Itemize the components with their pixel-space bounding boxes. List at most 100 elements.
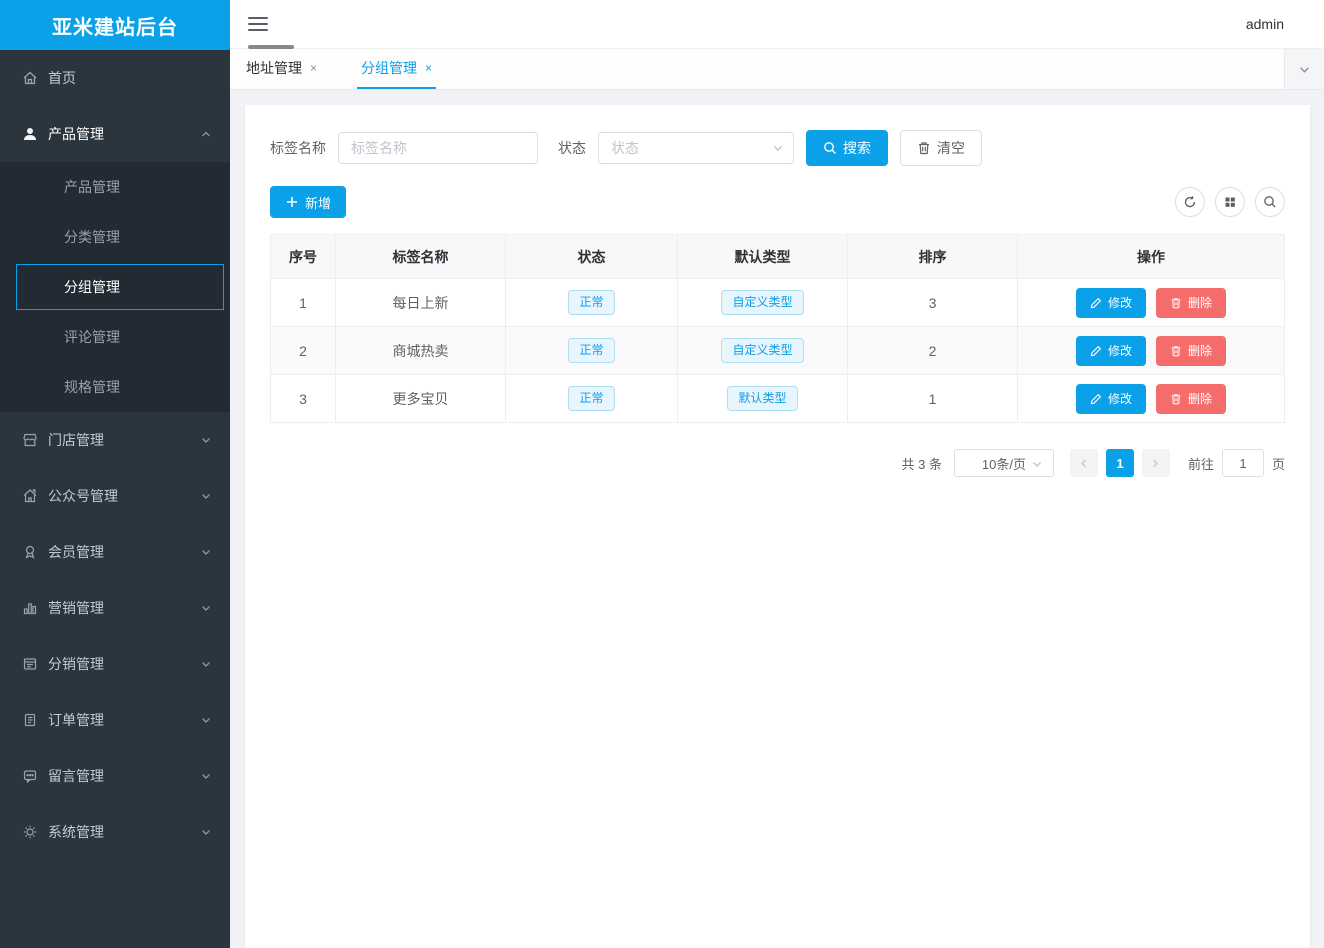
- top-header: admin: [230, 0, 1324, 48]
- edit-button[interactable]: 修改: [1076, 336, 1146, 366]
- goto-label: 前往: [1188, 454, 1214, 473]
- toolbar: 新增: [270, 186, 1285, 218]
- chevron-down-icon: [1031, 458, 1043, 470]
- sidebar-item-marketing[interactable]: 营销管理: [0, 580, 230, 636]
- table-tools: [1175, 187, 1285, 217]
- clear-button[interactable]: 清空: [900, 130, 982, 166]
- th-status: 状态: [506, 235, 678, 279]
- edit-icon: [1090, 297, 1102, 309]
- delete-button[interactable]: 删除: [1156, 384, 1226, 414]
- status-badge: 正常: [568, 386, 614, 411]
- refresh-icon: [1183, 195, 1197, 209]
- sidebar-subitem-spec-mgmt[interactable]: 规格管理: [0, 362, 230, 412]
- page-number-1[interactable]: 1: [1106, 449, 1134, 477]
- column-settings-button[interactable]: [1215, 187, 1245, 217]
- next-page-button[interactable]: [1142, 449, 1170, 477]
- hamburger-menu-icon[interactable]: [248, 17, 268, 31]
- table-row: 2 商城热卖 正常 自定义类型 2 修改: [271, 327, 1285, 375]
- delete-button-label: 删除: [1188, 390, 1212, 407]
- pagination: 共 3 条 10条/页 1 前往 页: [270, 449, 1285, 477]
- sidebar-item-label: 公众号管理: [48, 486, 200, 506]
- gear-icon: [22, 824, 38, 840]
- sidebar-item-stores[interactable]: 门店管理: [0, 412, 230, 468]
- delete-button[interactable]: 删除: [1156, 288, 1226, 318]
- sidebar-subitem-comment-mgmt[interactable]: 评论管理: [0, 312, 230, 362]
- sidebar-item-label: 门店管理: [48, 430, 200, 450]
- edit-button[interactable]: 修改: [1076, 384, 1146, 414]
- sidebar-item-home[interactable]: 首页: [0, 50, 230, 106]
- trash-icon: [917, 141, 931, 155]
- delete-button-label: 删除: [1188, 294, 1212, 311]
- prev-page-button[interactable]: [1070, 449, 1098, 477]
- subitem-label: 分类管理: [64, 227, 120, 247]
- delete-button[interactable]: 删除: [1156, 336, 1226, 366]
- th-sort: 排序: [848, 235, 1018, 279]
- sidebar-item-messages[interactable]: 留言管理: [0, 748, 230, 804]
- status-badge: 正常: [568, 290, 614, 315]
- sidebar-item-label: 留言管理: [48, 766, 200, 786]
- edit-button-label: 修改: [1108, 342, 1132, 359]
- trash-icon: [1170, 297, 1182, 309]
- tabbar-scrollbar-thumb[interactable]: [248, 45, 294, 49]
- edit-button-label: 修改: [1108, 390, 1132, 407]
- sidebar-item-official-account[interactable]: 公众号管理: [0, 468, 230, 524]
- status-select[interactable]: [598, 132, 794, 164]
- search-icon: [823, 141, 837, 155]
- status-label: 状态: [558, 138, 586, 158]
- status-badge: 正常: [568, 338, 614, 363]
- chevron-down-icon: [1298, 63, 1311, 76]
- status-select-input[interactable]: [598, 132, 794, 164]
- cell-index: 3: [271, 375, 336, 423]
- edit-button[interactable]: 修改: [1076, 288, 1146, 318]
- chevron-down-icon: [200, 658, 212, 670]
- page-size-select[interactable]: 10条/页: [954, 449, 1054, 477]
- chevron-down-icon: [200, 602, 212, 614]
- tab-bar: 地址管理 × 分组管理 ×: [230, 48, 1324, 90]
- refresh-button[interactable]: [1175, 187, 1205, 217]
- chevron-left-icon: [1078, 458, 1089, 469]
- sidebar-item-members[interactable]: 会员管理: [0, 524, 230, 580]
- chevron-down-icon: [200, 434, 212, 446]
- table-search-button[interactable]: [1255, 187, 1285, 217]
- user-menu[interactable]: admin: [1246, 16, 1284, 32]
- edit-icon: [1090, 393, 1102, 405]
- sidebar-subitem-product-mgmt[interactable]: 产品管理: [0, 162, 230, 212]
- sidebar-subitem-category-mgmt[interactable]: 分类管理: [0, 212, 230, 262]
- close-icon[interactable]: ×: [310, 62, 317, 74]
- sidebar-item-system[interactable]: 系统管理: [0, 804, 230, 860]
- sidebar-item-orders[interactable]: 订单管理: [0, 692, 230, 748]
- home-icon: [22, 70, 38, 86]
- sidebar-item-label: 系统管理: [48, 822, 200, 842]
- tab-list-dropdown-button[interactable]: [1284, 49, 1324, 89]
- sidebar-subitem-group-mgmt[interactable]: 分组管理: [16, 264, 224, 310]
- chevron-down-icon: [200, 546, 212, 558]
- page-size-value: 10条/页: [982, 454, 1026, 473]
- subitem-label: 产品管理: [64, 177, 120, 197]
- page-unit-label: 页: [1272, 454, 1285, 473]
- cell-name: 商城热卖: [336, 327, 506, 375]
- cell-sort: 2: [848, 327, 1018, 375]
- tag-name-input[interactable]: [338, 132, 538, 164]
- close-icon[interactable]: ×: [425, 62, 432, 74]
- cell-sort: 3: [848, 279, 1018, 327]
- add-button[interactable]: 新增: [270, 186, 346, 218]
- goto-page-input[interactable]: [1222, 449, 1264, 477]
- delete-button-label: 删除: [1188, 342, 1212, 359]
- sidebar-item-products[interactable]: 产品管理: [0, 106, 230, 162]
- edit-button-label: 修改: [1108, 294, 1132, 311]
- tab-group-mgmt[interactable]: 分组管理 ×: [357, 49, 436, 89]
- sidebar-item-distribution[interactable]: 分销管理: [0, 636, 230, 692]
- cell-sort: 1: [848, 375, 1018, 423]
- groups-table: 序号 标签名称 状态 默认类型 排序 操作 1 每日上新 正常: [270, 234, 1285, 423]
- tab-address-mgmt[interactable]: 地址管理 ×: [242, 49, 321, 89]
- chevron-down-icon: [200, 770, 212, 782]
- edit-icon: [1090, 345, 1102, 357]
- order-icon: [22, 712, 38, 728]
- tag-name-label: 标签名称: [270, 138, 326, 158]
- th-type: 默认类型: [678, 235, 848, 279]
- shop-icon: [22, 432, 38, 448]
- subitem-label: 分组管理: [64, 277, 120, 297]
- search-button[interactable]: 搜索: [806, 130, 888, 166]
- chevron-down-icon: [200, 826, 212, 838]
- search-icon: [1263, 195, 1277, 209]
